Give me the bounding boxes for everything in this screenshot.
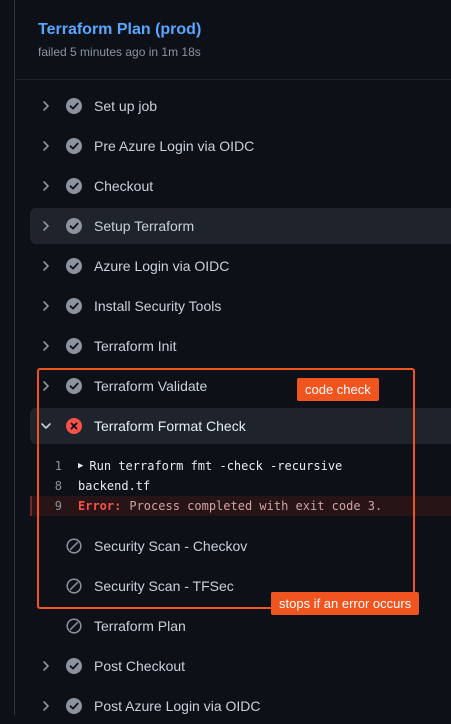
success-check-icon bbox=[66, 698, 82, 714]
success-check-icon bbox=[66, 138, 82, 154]
chevron-right-icon bbox=[38, 218, 54, 234]
step-label: Pre Azure Login via OIDC bbox=[94, 138, 255, 154]
step-label: Post Checkout bbox=[94, 658, 186, 674]
step-label: Post Azure Login via OIDC bbox=[94, 698, 261, 714]
chevron-right-icon bbox=[38, 138, 54, 154]
step-install-security-tools[interactable]: Install Security Tools bbox=[30, 288, 451, 324]
annotation-stops-on-error: stops if an error occurs bbox=[271, 592, 420, 615]
step-set-up-job[interactable]: Set up job bbox=[30, 88, 451, 124]
success-check-icon bbox=[66, 658, 82, 674]
step-setup-terraform[interactable]: Setup Terraform bbox=[30, 208, 451, 244]
success-check-icon bbox=[66, 298, 82, 314]
chevron-right-icon bbox=[38, 698, 54, 714]
job-subtitle: failed 5 minutes ago in 1m 18s bbox=[38, 45, 201, 59]
job-header: Terraform Plan (prod) failed 5 minutes a… bbox=[38, 20, 201, 60]
success-check-icon bbox=[66, 258, 82, 274]
header-divider bbox=[14, 79, 451, 80]
success-check-icon bbox=[66, 218, 82, 234]
step-label: Set up job bbox=[94, 98, 158, 114]
step-terraform-init[interactable]: Terraform Init bbox=[30, 328, 451, 364]
step-pre-azure-login[interactable]: Pre Azure Login via OIDC bbox=[30, 128, 451, 164]
annotation-box bbox=[37, 368, 415, 609]
step-azure-login[interactable]: Azure Login via OIDC bbox=[30, 248, 451, 284]
annotation-code-check: code check bbox=[297, 378, 379, 401]
job-title[interactable]: Terraform Plan (prod) bbox=[38, 20, 201, 40]
success-check-icon bbox=[66, 338, 82, 354]
chevron-right-icon bbox=[38, 298, 54, 314]
skipped-icon bbox=[66, 618, 82, 634]
step-post-checkout[interactable]: Post Checkout bbox=[30, 648, 451, 684]
step-post-azure-login[interactable]: Post Azure Login via OIDC bbox=[30, 688, 451, 724]
success-check-icon bbox=[66, 178, 82, 194]
step-label: Checkout bbox=[94, 178, 154, 194]
chevron-right-icon bbox=[38, 658, 54, 674]
step-label: Azure Login via OIDC bbox=[94, 258, 230, 274]
step-label: Setup Terraform bbox=[94, 218, 195, 234]
panel-left-border bbox=[14, 0, 15, 715]
chevron-right-icon bbox=[38, 338, 54, 354]
step-label: Terraform Plan bbox=[94, 618, 186, 634]
success-check-icon bbox=[66, 98, 82, 114]
chevron-right-icon bbox=[38, 258, 54, 274]
step-checkout[interactable]: Checkout bbox=[30, 168, 451, 204]
step-label: Install Security Tools bbox=[94, 298, 222, 314]
chevron-right-icon bbox=[38, 98, 54, 114]
step-label: Terraform Init bbox=[94, 338, 177, 354]
chevron-right-icon bbox=[38, 178, 54, 194]
